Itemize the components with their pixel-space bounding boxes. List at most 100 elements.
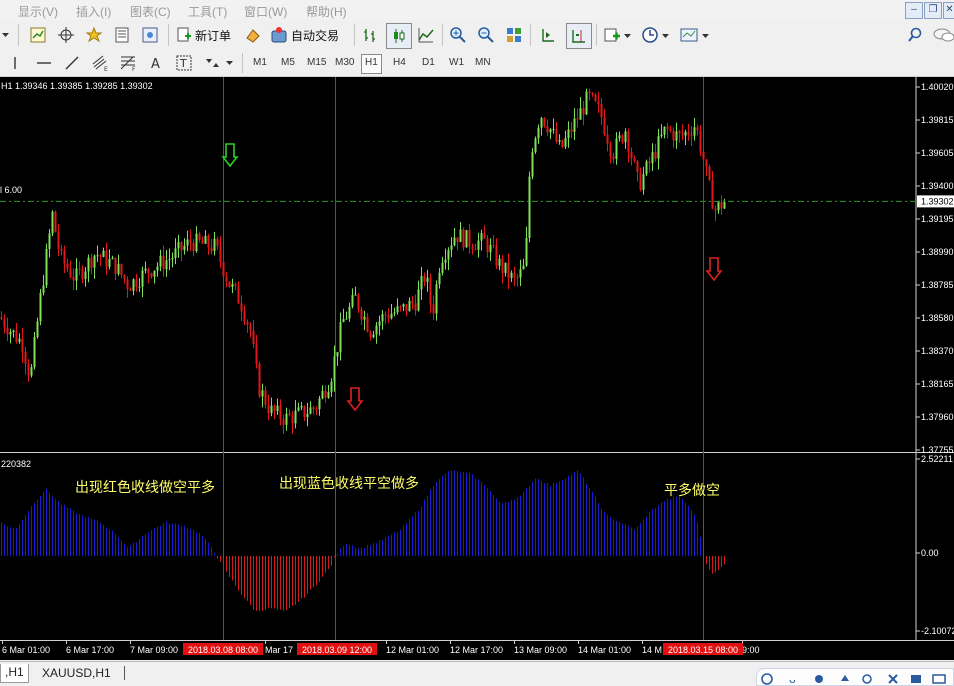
- candle-body: [279, 405, 282, 420]
- candle-body: [324, 390, 327, 398]
- crosshair-icon[interactable]: [56, 25, 76, 45]
- candle-body: [666, 126, 669, 129]
- candle-body: [687, 131, 690, 135]
- menu-help[interactable]: 帮助(H): [306, 3, 347, 20]
- level-line-label: l 6.00: [0, 185, 22, 195]
- candle-body: [528, 176, 531, 238]
- candle-body: [192, 242, 195, 252]
- candle-body: [126, 279, 129, 289]
- text-tool-icon[interactable]: A: [146, 54, 166, 72]
- candle-body: [246, 322, 249, 325]
- candle-body: [120, 264, 123, 276]
- auto-trading-label: 自动交易: [291, 28, 340, 43]
- minimize-button[interactable]: –: [905, 2, 923, 19]
- templates-dropdown-icon[interactable]: [702, 32, 710, 40]
- timeframe-mn[interactable]: MN: [472, 54, 494, 72]
- menu-tools[interactable]: 工具(T): [188, 3, 227, 20]
- time-tick-label: 14 M: [642, 645, 662, 655]
- candle-body: [678, 131, 681, 134]
- price-chart[interactable]: H1 1.39346 1.39385 1.39285 1.39302 l 6.00 2…: [0, 77, 954, 660]
- templates-icon[interactable]: [678, 25, 700, 45]
- auto-trading-button[interactable]: 自动交易: [270, 25, 339, 45]
- candle-body: [144, 268, 147, 271]
- fibonacci-icon[interactable]: F: [118, 54, 138, 72]
- candle-body: [426, 277, 429, 282]
- market-watch-icon[interactable]: [243, 25, 263, 45]
- timeframe-d1[interactable]: D1: [419, 54, 438, 72]
- candlestick-chart-icon[interactable]: [386, 23, 412, 49]
- favorites-icon[interactable]: [84, 25, 104, 45]
- new-chart-icon[interactable]: [28, 25, 48, 45]
- new-order-button[interactable]: 新订单: [176, 25, 231, 45]
- candle-body: [609, 143, 612, 157]
- candle-body: [534, 138, 537, 153]
- indicators-icon[interactable]: [602, 25, 622, 45]
- zoom-in-icon[interactable]: [448, 25, 468, 45]
- candle-body: [540, 118, 543, 128]
- menu-view[interactable]: 显示(V): [18, 3, 58, 20]
- timeframe-m30[interactable]: M30: [332, 54, 357, 72]
- vertical-line-icon[interactable]: [8, 55, 22, 71]
- chart-window[interactable]: H1 1.39346 1.39385 1.39285 1.39302 l 6.00 2…: [0, 77, 954, 660]
- indicator-tick-label: 2.52211: [921, 454, 953, 464]
- indicator-tick-label: -2.10072: [921, 626, 954, 636]
- candle-body: [498, 258, 501, 266]
- search-icon[interactable]: [905, 25, 925, 45]
- tile-windows-icon[interactable]: [504, 25, 524, 45]
- candle-body: [675, 131, 678, 141]
- candle-body: [354, 294, 357, 296]
- timeframe-w1[interactable]: W1: [446, 54, 467, 72]
- timeframe-m15[interactable]: M15: [304, 54, 329, 72]
- chat-icon[interactable]: [932, 25, 954, 45]
- periods-dropdown-icon[interactable]: [662, 32, 670, 40]
- menu-insert[interactable]: 插入(I): [76, 3, 111, 20]
- equidistant-channel-icon[interactable]: E: [90, 54, 110, 72]
- bar-chart-icon[interactable]: [360, 25, 380, 45]
- navigator-icon[interactable]: [140, 25, 160, 45]
- menu-window[interactable]: 窗口(W): [244, 3, 287, 20]
- timeframe-m1[interactable]: M1: [250, 54, 270, 72]
- timeframe-h4[interactable]: H4: [390, 54, 409, 72]
- candle-body: [96, 255, 99, 257]
- arrows-icon[interactable]: [202, 54, 224, 72]
- timeframe-m5[interactable]: M5: [278, 54, 298, 72]
- arrows-dropdown-icon[interactable]: [226, 59, 234, 67]
- periods-clock-icon[interactable]: [640, 25, 660, 45]
- candle-body: [117, 264, 120, 275]
- price-tick-label: 1.37960: [921, 412, 954, 422]
- close-button[interactable]: ✕: [943, 2, 954, 19]
- menu-charts[interactable]: 图表(C): [130, 3, 171, 20]
- dropdown-arrow-icon[interactable]: [0, 27, 12, 43]
- candle-body: [135, 279, 138, 287]
- line-chart-icon[interactable]: [416, 25, 436, 45]
- annotation-red-signal: 出现红色收线做空平多: [75, 479, 215, 495]
- indicators-dropdown-icon[interactable]: [624, 32, 632, 40]
- timeframe-h1[interactable]: H1: [361, 54, 382, 74]
- candle-body: [9, 331, 12, 335]
- candle-body: [171, 257, 174, 260]
- time-tick-label: Mar 17: [265, 645, 293, 655]
- text-label-icon[interactable]: T: [174, 54, 194, 72]
- candle-body: [414, 303, 417, 311]
- autoscroll-icon[interactable]: [538, 25, 558, 45]
- candle-body: [87, 257, 90, 272]
- trendline-icon[interactable]: [62, 55, 82, 71]
- tab-current-chart[interactable]: ,H1: [0, 664, 29, 683]
- chart-shift-icon[interactable]: [566, 23, 592, 49]
- candle-body: [615, 138, 618, 159]
- candle-body: [471, 246, 474, 250]
- candle-body: [168, 259, 171, 261]
- candle-body: [381, 314, 384, 322]
- candle-body: [462, 229, 465, 248]
- zoom-out-icon[interactable]: [476, 25, 496, 45]
- data-window-icon[interactable]: [112, 25, 132, 45]
- tab-xauusd-h1[interactable]: XAUUSD,H1: [38, 664, 115, 682]
- candle-body: [711, 179, 714, 209]
- price-tick-label: 1.38990: [921, 247, 954, 257]
- horizontal-line-icon[interactable]: [34, 55, 54, 71]
- candle-body: [549, 129, 552, 133]
- candle-body: [348, 306, 351, 319]
- candle-body: [42, 285, 45, 293]
- restore-button[interactable]: ❐: [924, 2, 942, 19]
- candle-body: [84, 271, 87, 280]
